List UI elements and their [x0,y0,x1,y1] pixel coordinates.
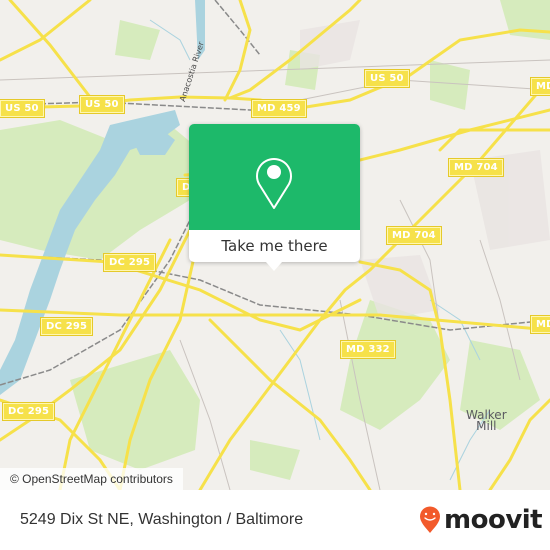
popup-pointer [266,262,282,271]
map-view[interactable]: US 50 US 50 US 50 MD 459 MD 704 MD 704 D… [0,0,550,490]
address-title: 5249 Dix St NE, Washington / Baltimore [20,511,304,528]
road-shield: US 50 [0,100,44,117]
road-shield: US 50 [80,96,124,113]
road-shield: MD 332 [341,341,395,358]
road-shield: US 50 [365,70,409,87]
map-attribution[interactable]: © OpenStreetMap contributors [0,468,183,490]
road-shield: DC 295 [3,403,55,420]
moovit-logo[interactable]: moovit [419,505,543,535]
location-pin-icon [256,158,292,209]
place-label: Walker Mill [466,408,507,433]
road-shield: MD [531,78,550,95]
location-popup: Take me there [189,124,360,271]
moovit-wordmark: moovit [444,505,543,535]
road-shield: MD 459 [252,100,306,117]
popup-header [189,124,360,230]
road-shield: MD 704 [449,159,503,176]
moovit-pin-icon [420,506,440,533]
road-shield: DC 295 [41,318,93,335]
road-shield: MD [531,316,550,333]
road-shield: DC 295 [104,254,156,271]
road-shield: MD 704 [387,227,441,244]
take-me-there-button[interactable]: Take me there [189,230,360,262]
